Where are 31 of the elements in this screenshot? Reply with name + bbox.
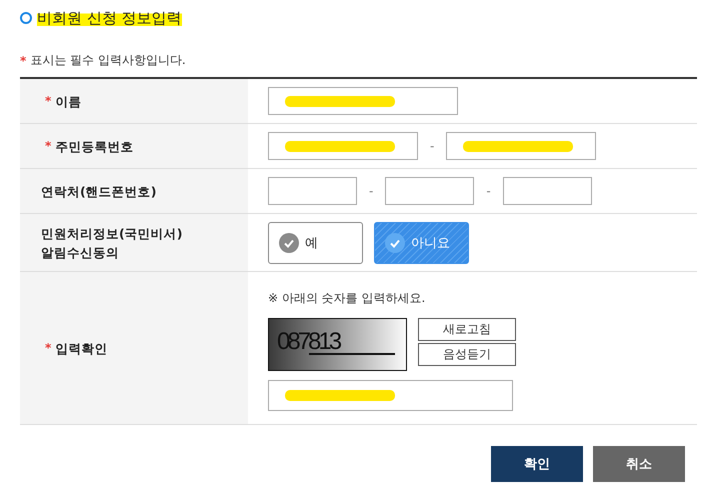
field-label: 민원처리정보(국민비서) 알림수신동의 bbox=[41, 224, 182, 262]
option-button[interactable]: 예 bbox=[268, 222, 363, 264]
confirm-button[interactable]: 확인 bbox=[491, 446, 583, 482]
captcha-button[interactable]: 새로고침 bbox=[418, 318, 516, 341]
input-field[interactable] bbox=[268, 132, 418, 160]
required-mark: * bbox=[45, 340, 52, 356]
separator-dash: - bbox=[485, 184, 492, 198]
captcha-button[interactable]: 음성듣기 bbox=[418, 343, 516, 366]
required-mark: * bbox=[20, 54, 26, 68]
field-label: 연락처(핸드폰번호) bbox=[41, 182, 156, 200]
input-field[interactable] bbox=[385, 177, 474, 205]
instruction-text: ※ 아래의 숫자를 입력하세요. bbox=[268, 290, 426, 307]
input-field[interactable] bbox=[268, 177, 357, 205]
separator-dash: - bbox=[429, 139, 436, 153]
page-title: 비회원 신청 정보입력 bbox=[37, 8, 182, 28]
field-label: 이름 bbox=[55, 92, 82, 110]
captcha-code: 087813 bbox=[277, 328, 340, 356]
required-mark: * bbox=[45, 138, 52, 154]
input-field[interactable] bbox=[268, 87, 458, 115]
check-icon bbox=[279, 232, 299, 252]
required-note: 표시는 필수 입력사항입니다. bbox=[30, 52, 186, 69]
input-field[interactable] bbox=[502, 177, 592, 205]
field-label: 입력확인 bbox=[55, 340, 108, 358]
required-mark: * bbox=[45, 92, 52, 110]
separator-dash: - bbox=[368, 184, 374, 198]
field-label: 주민등록번호 bbox=[55, 138, 134, 156]
input-field[interactable] bbox=[446, 132, 596, 160]
input-field[interactable] bbox=[268, 380, 513, 411]
check-icon bbox=[385, 232, 405, 252]
cancel-button[interactable]: 취소 bbox=[593, 446, 685, 482]
circle-icon bbox=[20, 12, 32, 24]
